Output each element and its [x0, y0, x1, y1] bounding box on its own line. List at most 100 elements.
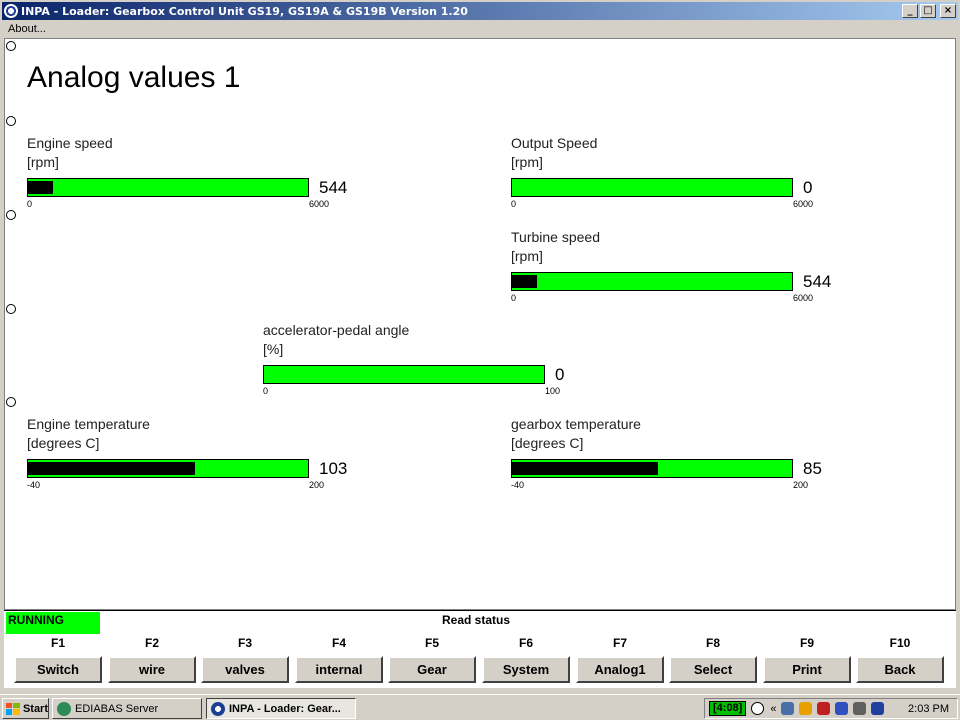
- fkey-label: F1: [50, 636, 65, 650]
- fkey-f9: F9 Print: [763, 634, 851, 688]
- row-indicator-radio: [6, 304, 16, 314]
- gauge-bar: [511, 459, 793, 478]
- gauge-value: 544: [319, 178, 348, 197]
- running-status-badge: RUNNING: [6, 612, 100, 635]
- gauge-unit: [degrees C]: [511, 435, 584, 451]
- gauge-bar: [511, 272, 793, 291]
- gauge-max: 100: [545, 386, 561, 396]
- battery-icon[interactable]: [871, 702, 885, 715]
- gauge-gearbox-temperature: gearbox temperature [degrees C] 85 -40 2…: [511, 416, 871, 496]
- fkey-label: F6: [518, 636, 533, 650]
- back-button[interactable]: Back: [856, 656, 944, 683]
- gauge-max: 6000: [309, 199, 330, 209]
- gauge-bar: [27, 459, 309, 478]
- fkey-f10: F10 Back: [856, 634, 944, 688]
- gauge-max: 200: [309, 480, 325, 490]
- gauge-fill: [28, 462, 195, 475]
- taskbar: Start EDIABAS Server INPA - Loader: Gear…: [0, 694, 960, 720]
- status-row: RUNNING Read status: [4, 610, 956, 635]
- gear-button[interactable]: Gear: [388, 656, 476, 683]
- gauge-min: 0: [511, 293, 517, 303]
- print-button[interactable]: Print: [763, 656, 851, 683]
- taskbar-item-label: EDIABAS Server: [75, 702, 159, 715]
- fkey-label: F5: [424, 636, 439, 650]
- valves-button[interactable]: valves: [201, 656, 289, 683]
- gauge-unit: [%]: [263, 341, 284, 357]
- menu-bar: About...: [2, 20, 958, 37]
- windows-logo-icon: [6, 702, 20, 715]
- gauge-engine-speed: Engine speed [rpm] 544 0 6000: [27, 135, 387, 215]
- fkey-label: F8: [705, 636, 720, 650]
- gauge-bar: [27, 178, 309, 197]
- row-indicator-radio: [6, 210, 16, 220]
- network-icon[interactable]: [781, 702, 795, 715]
- page-title: Analog values 1: [27, 61, 241, 94]
- security-icon[interactable]: [799, 702, 813, 715]
- gauge-bar: [263, 365, 545, 384]
- gauge-value: 544: [803, 272, 832, 291]
- gauge-bar: [511, 178, 793, 197]
- gauge-output-speed: Output Speed [rpm] 0 0 6000: [511, 135, 871, 215]
- gauge-engine-temperature: Engine temperature [degrees C] 103 -40 2…: [27, 416, 387, 496]
- timer-badge: [4:08]: [709, 701, 747, 716]
- clock: 2:03 PM: [908, 702, 949, 715]
- fkey-label: F7: [612, 636, 627, 650]
- shield-icon[interactable]: [817, 702, 831, 715]
- start-button[interactable]: Start: [2, 698, 49, 719]
- fkey-f3: F3 valves: [201, 634, 289, 688]
- gauge-fill: [512, 462, 658, 475]
- gauge-min: 0: [511, 199, 517, 209]
- gauge-min: 0: [27, 199, 33, 209]
- minimize-button[interactable]: _: [902, 4, 918, 18]
- gauge-value: 85: [803, 459, 822, 478]
- taskbar-item-inpa[interactable]: INPA - Loader: Gear...: [206, 698, 356, 719]
- fkey-f4: F4 internal: [295, 634, 383, 688]
- settings-icon[interactable]: [853, 702, 867, 715]
- gauge-accelerator-pedal-angle: accelerator-pedal angle [%] 0 0 100: [263, 322, 623, 402]
- fkey-label: F2: [144, 636, 159, 650]
- gauge-min: -40: [27, 480, 41, 490]
- gauge-max: 200: [793, 480, 809, 490]
- inpa-window: INPA - Loader: Gearbox Control Unit GS19…: [0, 0, 960, 694]
- wire-button[interactable]: wire: [108, 656, 196, 683]
- gauge-fill: [28, 181, 54, 194]
- gauge-unit: [rpm]: [511, 154, 543, 170]
- tray-expand-chevron-icon[interactable]: «: [770, 703, 776, 715]
- gauge-value: 103: [319, 459, 348, 478]
- row-indicator-radio: [6, 397, 16, 407]
- taskbar-item-ediabas[interactable]: EDIABAS Server: [52, 698, 202, 719]
- gauge-fill: [512, 275, 538, 288]
- taskbar-item-label: INPA - Loader: Gear...: [229, 702, 341, 715]
- system-button[interactable]: System: [482, 656, 570, 683]
- analog1-button[interactable]: Analog1: [576, 656, 664, 683]
- gauge-max: 6000: [793, 293, 814, 303]
- gauge-min: -40: [511, 480, 525, 490]
- switch-button[interactable]: Switch: [14, 656, 102, 683]
- gauge-value: 0: [555, 365, 565, 384]
- fkey-label: F10: [889, 636, 911, 650]
- info-icon[interactable]: [751, 702, 765, 715]
- menu-item-about[interactable]: About...: [2, 23, 52, 35]
- close-button[interactable]: ×: [940, 4, 956, 18]
- row-indicator-radio: [6, 116, 16, 126]
- row-indicator-radio: [6, 41, 16, 51]
- gauge-label: accelerator-pedal angle: [263, 322, 410, 338]
- volume-icon[interactable]: [835, 702, 849, 715]
- bmw-logo-icon: [211, 701, 225, 716]
- select-button[interactable]: Select: [669, 656, 757, 683]
- gauge-label: Output Speed: [511, 135, 598, 151]
- analog-display-area: Analog values 1 Engine speed [rpm] 544 0…: [4, 38, 956, 610]
- fkey-f7: F7 Analog1: [576, 634, 664, 688]
- gauge-label: Turbine speed: [511, 229, 600, 245]
- gauge-max: 6000: [793, 199, 814, 209]
- bmw-logo-icon: [4, 4, 18, 18]
- fkey-f6: F6 System: [482, 634, 570, 688]
- title-bar[interactable]: INPA - Loader: Gearbox Control Unit GS19…: [2, 2, 958, 20]
- fkey-label: F4: [331, 636, 346, 650]
- internal-button[interactable]: internal: [295, 656, 383, 683]
- gauge-value: 0: [803, 178, 813, 197]
- gauge-unit: [rpm]: [511, 248, 543, 264]
- gauge-label: Engine speed: [27, 135, 113, 151]
- fkey-f5: F5 Gear: [388, 634, 476, 688]
- maximize-button[interactable]: □: [920, 4, 936, 18]
